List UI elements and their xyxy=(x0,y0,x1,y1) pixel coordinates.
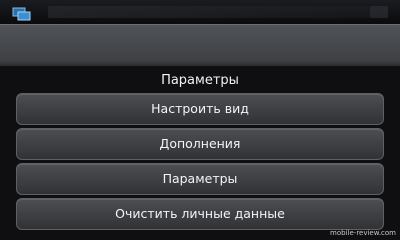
status-indicator-dimmed xyxy=(370,6,388,18)
menu-item-addons[interactable]: Дополнения xyxy=(16,128,384,160)
watermark: mobile-review.com xyxy=(330,229,396,237)
options-menu: Параметры Настроить вид Дополнения Парам… xyxy=(0,66,400,240)
task-switcher-icon[interactable] xyxy=(12,6,32,21)
status-bar xyxy=(0,0,400,24)
menu-item-customize-view[interactable]: Настроить вид xyxy=(16,93,384,125)
menu-item-clear-private-data[interactable]: Очистить личные данные xyxy=(16,198,384,230)
menu-title: Параметры xyxy=(161,73,239,88)
menu-item-settings[interactable]: Параметры xyxy=(16,163,384,195)
browser-page-dimmed xyxy=(0,24,400,67)
status-area-dimmed xyxy=(48,6,370,18)
